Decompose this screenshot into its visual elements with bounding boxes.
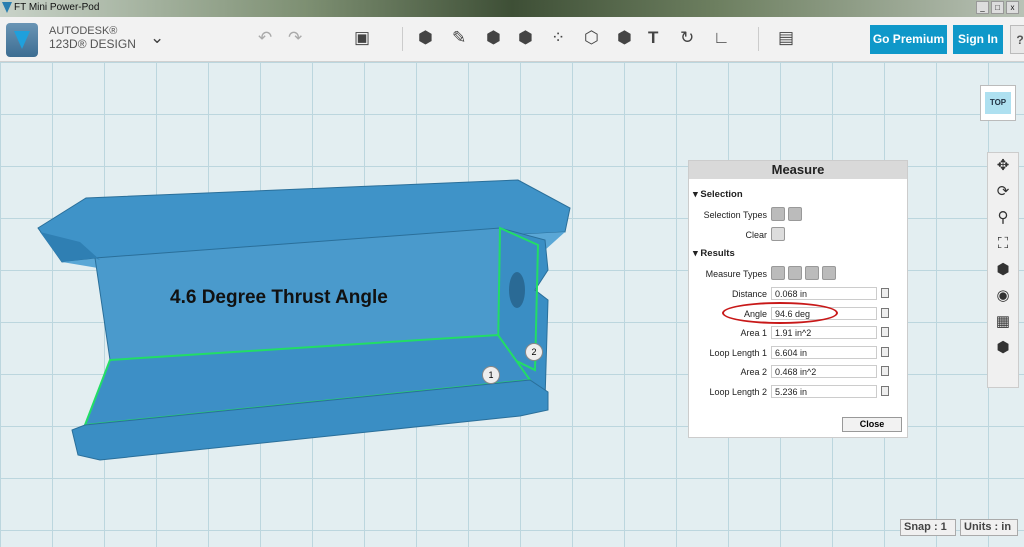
grouping-icon[interactable]: ⁘ (551, 28, 565, 48)
measure-panel: Measure ▾ Selection Selection Types Clea… (688, 160, 908, 438)
measure-title: Measure (689, 161, 907, 179)
result-row-loop-length1: Loop Length 1 6.604 in (689, 346, 909, 360)
separator (758, 27, 759, 51)
primitives-icon[interactable]: ▣ (354, 28, 370, 48)
copy-icon[interactable] (881, 347, 889, 357)
distance-type-button[interactable] (771, 266, 785, 280)
results-header-label: Results (700, 248, 735, 259)
result-row-distance: Distance 0.068 in (689, 287, 909, 301)
marker-1: 1 (482, 366, 500, 384)
help-button[interactable]: ? (1010, 25, 1024, 54)
undo-icon[interactable]: ↶ (258, 28, 272, 48)
copy-icon[interactable] (881, 327, 889, 337)
result-label: Area 2 (740, 367, 767, 377)
result-value[interactable]: 0.068 in (771, 287, 877, 300)
result-value[interactable]: 1.91 in^2 (771, 326, 877, 339)
pan-icon[interactable]: ✥ (988, 153, 1018, 179)
grid-icon[interactable]: ⬢ (988, 335, 1018, 361)
visibility-icon[interactable]: ◉ (988, 283, 1018, 309)
angle-type-button[interactable] (788, 266, 802, 280)
app-logo[interactable] (6, 23, 38, 57)
fit-icon[interactable]: ⛶ (988, 231, 1018, 257)
construct-icon[interactable]: ✎ (452, 28, 466, 48)
copy-icon[interactable] (881, 308, 889, 318)
separator (402, 27, 403, 51)
end-plate-hole (509, 272, 525, 308)
snap-status[interactable]: Snap : 1 (900, 519, 956, 536)
app-logo-icon (2, 2, 12, 13)
volume-type-button[interactable] (822, 266, 836, 280)
3d-model[interactable] (0, 62, 690, 482)
measure-solid-icon[interactable]: ⬢ (617, 28, 632, 48)
close-window-button[interactable]: x (1006, 1, 1019, 14)
pattern-icon[interactable]: ⬢ (518, 28, 533, 48)
zoom-icon[interactable]: ⚲ (988, 205, 1018, 231)
modify-icon[interactable]: ⬢ (486, 28, 501, 48)
selection-header-label: Selection (700, 189, 743, 200)
selection-types-label: Selection Types (703, 210, 767, 220)
result-row-area2: Area 2 0.468 in^2 (689, 365, 909, 379)
result-row-area1: Area 1 1.91 in^2 (689, 326, 909, 340)
select-solid-button[interactable] (771, 207, 785, 221)
orbit-icon[interactable]: ⟳ (988, 179, 1018, 205)
snap-icon[interactable]: ↻ (680, 28, 694, 48)
brand-line2: 123D® DESIGN (49, 37, 136, 51)
result-value[interactable]: 5.236 in (771, 385, 877, 398)
select-face-button[interactable] (788, 207, 802, 221)
area-type-button[interactable] (805, 266, 819, 280)
result-label: Loop Length 1 (709, 348, 767, 358)
clear-label: Clear (745, 230, 767, 240)
copy-icon[interactable] (881, 366, 889, 376)
sketch-icon[interactable]: ⬢ (418, 28, 433, 48)
angle-highlight-ellipse (722, 302, 838, 324)
result-label: Loop Length 2 (709, 387, 767, 397)
thrust-angle-caption: 4.6 Degree Thrust Angle (170, 287, 388, 308)
app-menu-chevron-icon[interactable]: ⌄ (150, 28, 164, 48)
maximize-button[interactable]: □ (991, 1, 1004, 14)
result-label: Area 1 (740, 328, 767, 338)
view-cube-top-face[interactable]: TOP (985, 92, 1011, 114)
view-icon[interactable]: ⬢ (988, 257, 1018, 283)
marker-2: 2 (525, 343, 543, 361)
result-label: Distance (731, 289, 767, 299)
measure-types-label: Measure Types (705, 269, 767, 279)
clear-button[interactable] (771, 227, 785, 241)
sign-in-button[interactable]: Sign In (953, 25, 1003, 54)
copy-icon[interactable] (881, 288, 889, 298)
go-premium-button[interactable]: Go Premium (870, 25, 947, 54)
result-row-loop-length2: Loop Length 2 5.236 in (689, 385, 909, 399)
redo-icon[interactable]: ↷ (288, 28, 302, 48)
brand: AUTODESK® 123D® DESIGN (49, 25, 136, 51)
navigation-bar: ✥ ⟳ ⚲ ⛶ ⬢ ◉ ▦ ⬢ (987, 152, 1019, 388)
result-value[interactable]: 6.604 in (771, 346, 877, 359)
selection-header[interactable]: ▾ Selection (693, 189, 743, 200)
main-toolbar: AUTODESK® 123D® DESIGN ⌄ ↶ ↷ ▣ ⬢ ✎ ⬢ ⬢ ⁘ … (0, 17, 1024, 62)
close-button[interactable]: Close (842, 417, 902, 432)
combine-icon[interactable]: ⬡ (584, 28, 599, 48)
measure-icon[interactable]: ∟ (713, 28, 730, 48)
title-bar: FT Mini Power-Pod _ □ x (0, 0, 1024, 17)
materials-icon[interactable]: ▦ (988, 309, 1018, 335)
view-cube[interactable]: TOP (980, 85, 1016, 121)
text-icon[interactable]: T (648, 28, 658, 48)
copy-icon[interactable] (881, 386, 889, 396)
units-status[interactable]: Units : in (960, 519, 1018, 536)
minimize-button[interactable]: _ (976, 1, 989, 14)
results-header[interactable]: ▾ Results (693, 248, 735, 259)
material-icon[interactable]: ▤ (778, 28, 794, 48)
result-value[interactable]: 0.468 in^2 (771, 365, 877, 378)
window-title: FT Mini Power-Pod (14, 2, 100, 13)
